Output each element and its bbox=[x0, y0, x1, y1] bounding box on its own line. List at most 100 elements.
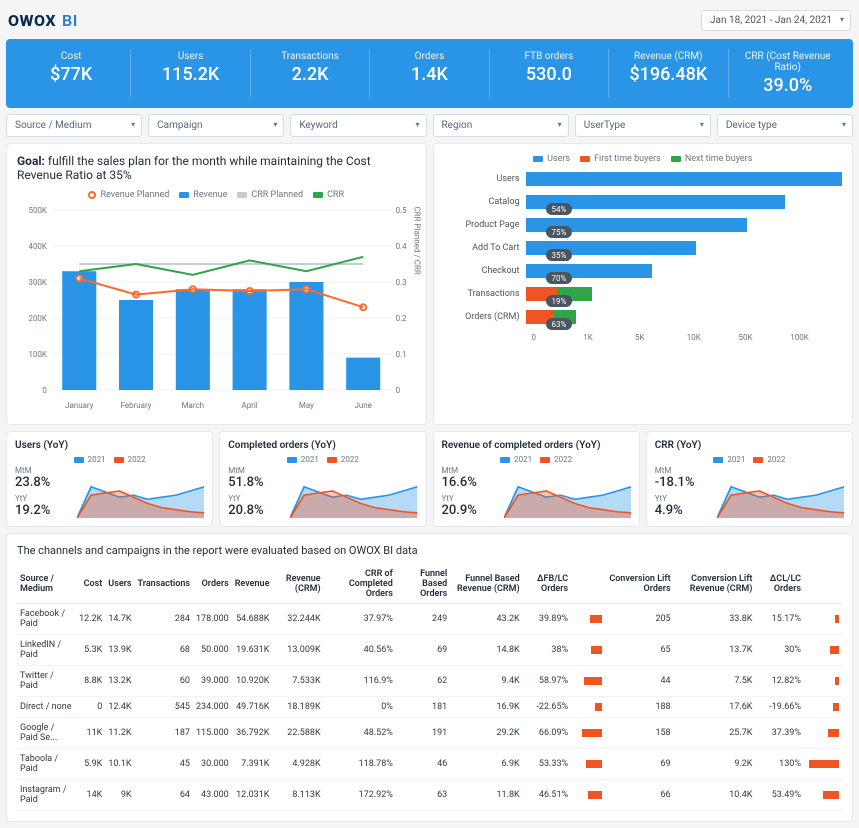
table-col-header[interactable]: Funnel Based Revenue (CRM) bbox=[450, 565, 522, 604]
filter-keyword[interactable]: Keyword bbox=[290, 114, 426, 137]
yoy-card: CRR (YoY) 2021 2022 MtM-18.1% YtY4.9% bbox=[646, 431, 853, 527]
table-row[interactable]: Facebook / Paid12.2K14.7K284 178.00054.6… bbox=[17, 604, 842, 635]
svg-text:500K: 500K bbox=[28, 206, 46, 215]
kpi-label: Cost bbox=[16, 51, 126, 62]
filter-usertype[interactable]: UserType bbox=[575, 114, 711, 137]
kpi-label: Transactions bbox=[255, 51, 365, 62]
funnel-stage-row: Users bbox=[444, 172, 843, 186]
yoy-legend: 2021 2022 bbox=[442, 455, 631, 464]
kpi-value: 39.0% bbox=[733, 75, 843, 96]
table-row[interactable]: Google / Paid Se...11K11.2K187 115.00036… bbox=[17, 718, 842, 749]
table-heading: The channels and campaigns in the report… bbox=[17, 544, 842, 557]
svg-text:June: June bbox=[355, 401, 372, 410]
date-range-picker[interactable]: Jan 18, 2021 - Jan 24, 2021 bbox=[701, 10, 851, 31]
kpi-label: Revenue (CRM) bbox=[613, 51, 723, 62]
yoy-title: Revenue of completed orders (YoY) bbox=[442, 440, 631, 451]
funnel-pct: 75% bbox=[546, 226, 573, 238]
filter-campaign[interactable]: Campaign bbox=[148, 114, 284, 137]
funnel-pct: 63% bbox=[546, 318, 573, 330]
yoy-numbers: MtM23.8% YtY19.2% bbox=[15, 466, 73, 522]
filter-source-medium[interactable]: Source / Medium bbox=[6, 114, 142, 137]
table-row[interactable]: Instagram / Paid14K9K64 43.00012.031K8.1… bbox=[17, 780, 842, 811]
svg-text:400K: 400K bbox=[28, 242, 46, 251]
funnel-bar: 35% bbox=[526, 241, 843, 255]
funnel-bar: 19% bbox=[526, 287, 843, 301]
funnel-stage-row: Checkout 70% bbox=[444, 264, 843, 278]
funnel-bar: 70% bbox=[526, 264, 843, 278]
yoy-numbers: MtM-18.1% YtY4.9% bbox=[655, 466, 713, 522]
date-range-text: Jan 18, 2021 - Jan 24, 2021 bbox=[710, 15, 832, 26]
filter-device-type[interactable]: Device type bbox=[717, 114, 853, 137]
kpi-label: CRR (Cost Revenue Ratio) bbox=[733, 51, 843, 73]
funnel-segment bbox=[526, 264, 653, 278]
kpi-users: Users 115.2K bbox=[131, 49, 250, 98]
legend-item: Users bbox=[533, 154, 570, 164]
yoy-numbers: MtM51.8% YtY20.8% bbox=[228, 466, 286, 522]
table-row[interactable]: Direct / none012.4K545 234.00049.716K18.… bbox=[17, 697, 842, 718]
funnel-pct: 35% bbox=[546, 249, 573, 261]
table-col-header[interactable]: Orders bbox=[193, 565, 232, 604]
svg-text:0.2: 0.2 bbox=[396, 314, 408, 323]
kpi-value: 530.0 bbox=[494, 64, 604, 85]
table-col-header[interactable]: ΔCL/LC Orders bbox=[755, 565, 804, 604]
yoy-sparkline bbox=[290, 466, 417, 518]
kpi-value: $196.48K bbox=[613, 64, 723, 85]
table-col-header[interactable] bbox=[804, 565, 842, 604]
filter-row: Source / Medium Campaign Keyword Region User… bbox=[6, 114, 853, 137]
table-body: Facebook / Paid12.2K14.7K284 178.00054.6… bbox=[17, 604, 842, 811]
funnel-stage-label: Add To Cart bbox=[444, 243, 526, 253]
goal-title: Goal: fulfill the sales plan for the mon… bbox=[17, 154, 416, 182]
legend-item: Next time buyers bbox=[671, 154, 753, 164]
funnel-pct: 54% bbox=[546, 203, 573, 215]
kpi-crr-cost-revenue-ratio-: CRR (Cost Revenue Ratio) 39.0% bbox=[729, 49, 847, 98]
kpi-label: FTB orders bbox=[494, 51, 604, 62]
funnel-stage-label: Product Page bbox=[444, 220, 526, 230]
table-col-header[interactable]: CRR of Completed Orders bbox=[324, 565, 396, 604]
goal-label: Goal: bbox=[17, 154, 45, 168]
table-col-header[interactable]: ΔFB/LC Orders bbox=[523, 565, 571, 604]
funnel-stage-row: Transactions 19% bbox=[444, 287, 843, 301]
svg-text:March: March bbox=[182, 401, 204, 410]
table-col-header[interactable]: Funnel Based Orders bbox=[396, 565, 450, 604]
funnel-pct: 19% bbox=[546, 295, 573, 307]
funnel-stage-row: Orders (CRM) 63% bbox=[444, 310, 843, 324]
table-col-header[interactable]: Transactions bbox=[135, 565, 193, 604]
funnel-legend: UsersFirst time buyersNext time buyers bbox=[444, 154, 843, 164]
table-col-header[interactable]: Cost bbox=[76, 565, 105, 604]
funnel-stage-label: Catalog bbox=[444, 197, 526, 207]
right-axis-label: CRR Planned / CRR bbox=[413, 207, 422, 275]
goal-chart-card: Goal: fulfill the sales plan for the mon… bbox=[6, 143, 427, 425]
svg-text:0.5: 0.5 bbox=[396, 206, 408, 215]
kpi-ftb-orders: FTB orders 530.0 bbox=[490, 49, 609, 98]
funnel-stage-label: Checkout bbox=[444, 266, 526, 276]
svg-text:0: 0 bbox=[42, 386, 47, 395]
kpi-banner: Cost $77K Users 115.2K Transactions 2.2K… bbox=[6, 39, 853, 108]
brand-logo: OWOXBI bbox=[8, 11, 78, 30]
yoy-title: Users (YoY) bbox=[15, 440, 204, 451]
funnel-stage-label: Orders (CRM) bbox=[444, 312, 526, 322]
yoy-sparkline bbox=[717, 466, 844, 518]
funnel-bar: 54% bbox=[526, 195, 843, 209]
funnel-bar bbox=[526, 172, 843, 186]
table-row[interactable]: Taboola / Paid5.9K10.1K45 30.0007.391K4.… bbox=[17, 749, 842, 780]
goal-chart: 0100K200K300K400K500K00.10.20.30.40.5Jan… bbox=[17, 204, 416, 414]
table-col-header[interactable]: Users bbox=[105, 565, 134, 604]
goal-legend: Revenue PlannedRevenueCRR PlannedCRR bbox=[17, 190, 416, 200]
table-row[interactable]: LinkedIN / Paid5.3K13.9K68 50.00019.631K… bbox=[17, 635, 842, 666]
table-col-header[interactable]: Revenue (CRM) bbox=[272, 565, 323, 604]
kpi-label: Orders bbox=[374, 51, 484, 62]
table-header-row: Source / MediumCostUsersTransactionsOrde… bbox=[17, 565, 842, 604]
table-col-header[interactable] bbox=[571, 565, 605, 604]
kpi-value: 115.2K bbox=[135, 64, 245, 85]
kpi-value: 2.2K bbox=[255, 64, 365, 85]
table-col-header[interactable]: Conversion Lift Revenue (CRM) bbox=[674, 565, 756, 604]
goal-text: fulfill the sales plan for the month whi… bbox=[17, 154, 371, 182]
table-col-header[interactable]: Conversion Lift Orders bbox=[605, 565, 674, 604]
filter-region[interactable]: Region bbox=[433, 114, 569, 137]
table-row[interactable]: Twitter / Paid8.8K13.2K60 39.00010.920K7… bbox=[17, 666, 842, 697]
table-col-header[interactable]: Revenue bbox=[232, 565, 273, 604]
table-col-header[interactable]: Source / Medium bbox=[17, 565, 76, 604]
funnel-x-axis: 01K5K10K50K100K bbox=[532, 333, 843, 342]
yoy-row: Users (YoY) 2021 2022 MtM23.8% YtY19.2% bbox=[6, 431, 853, 527]
kpi-value: $77K bbox=[16, 64, 126, 85]
